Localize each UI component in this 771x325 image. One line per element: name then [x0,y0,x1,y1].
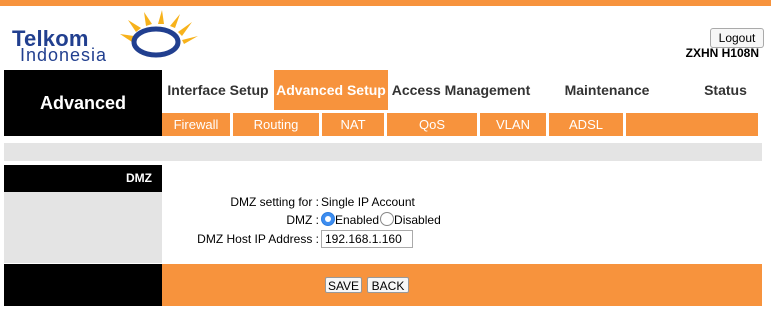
telkom-logo: Telkom Indonesia [8,8,208,65]
tab-access-management[interactable]: Access Management [388,70,534,110]
subtab-adsl[interactable]: ADSL [549,113,623,136]
dmz-section-title: DMZ [126,171,152,185]
disabled-label: Disabled [394,213,441,227]
subtab-qos[interactable]: QoS [387,113,477,136]
device-model: ZXHN H108N [685,46,759,60]
tab-maintenance[interactable]: Maintenance [534,70,680,110]
content-header-bar [4,143,762,161]
subtab-firewall[interactable]: Firewall [162,113,230,136]
logo-text-indonesia: Indonesia [20,45,108,65]
subtab-separator [623,113,626,136]
dmz-enabled-radio[interactable] [321,212,335,226]
subtab-vlan[interactable]: VLAN [480,113,546,136]
save-button[interactable]: SAVE [325,277,362,293]
tab-status[interactable]: Status [680,70,771,110]
dmz-label: DMZ : [286,213,319,227]
host-ip-label: DMZ Host IP Address : [197,232,319,246]
host-ip-input[interactable] [321,230,413,248]
back-button[interactable]: BACK [367,277,409,293]
dmz-radio-group: Enabled Disabled [321,212,441,227]
left-panel [4,192,162,263]
footer-left-panel [4,264,162,306]
subtab-nat[interactable]: NAT [322,113,384,136]
dmz-disabled-radio[interactable] [380,212,395,226]
top-accent-stripe [0,0,771,6]
sun-logo-icon [120,10,198,58]
sub-tabs: Firewall Routing NAT QoS VLAN ADSL [162,113,758,136]
enabled-label: Enabled [335,213,380,227]
setting-for-value: Single IP Account [321,195,415,209]
subtab-routing[interactable]: Routing [233,113,319,136]
logout-button[interactable]: Logout [710,28,764,48]
dmz-section-label: DMZ [4,165,162,192]
setting-for-label: DMZ setting for : [230,195,319,209]
section-title: Advanced [4,70,162,136]
tab-interface-setup[interactable]: Interface Setup [162,70,274,110]
main-tabs: Interface Setup Advanced Setup Access Ma… [162,70,771,110]
footer-action-bar [162,264,762,306]
tab-advanced-setup[interactable]: Advanced Setup [274,70,388,110]
